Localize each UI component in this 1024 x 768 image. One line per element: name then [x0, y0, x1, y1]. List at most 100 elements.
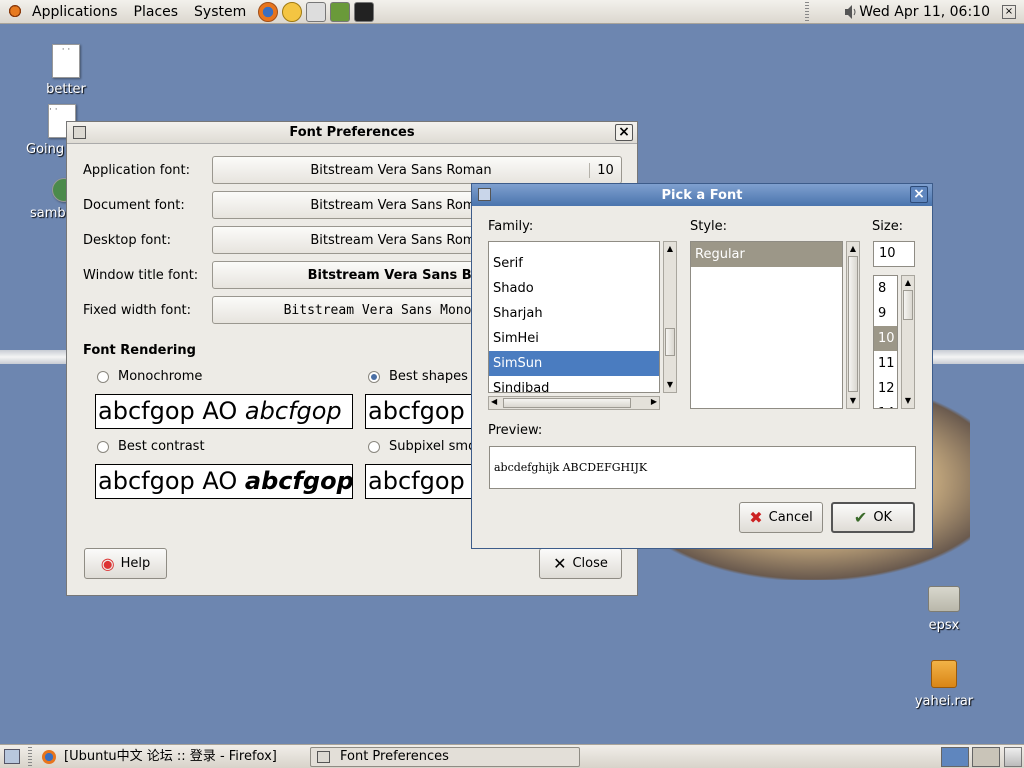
- radio-label: Best contrast: [118, 439, 205, 454]
- desktop-icon-label: Going: [26, 142, 65, 157]
- list-item[interactable]: 8: [874, 276, 897, 301]
- desktop-icon-label: yahei.rar: [914, 694, 974, 709]
- radio-label: Monochrome: [118, 369, 203, 384]
- best-contrast-sample[interactable]: abcfgop AO abcfgop: [95, 464, 353, 499]
- family-list[interactable]: Sans Serif Shado Sharjah SimHei SimSun S…: [488, 241, 660, 393]
- font-name: Bitstream Vera Sans Roman: [310, 162, 492, 178]
- close-button-label: Close: [572, 556, 608, 571]
- scroll-thumb[interactable]: [848, 256, 858, 392]
- list-item[interactable]: 14: [874, 401, 897, 408]
- titlebar[interactable]: Font Preferences ×: [67, 122, 637, 144]
- preview-label: Preview:: [488, 423, 543, 438]
- fixed-width-font-label: Fixed width font:: [83, 302, 192, 318]
- help-lifebuoy-icon: ◉: [100, 554, 115, 573]
- scroll-thumb[interactable]: [503, 398, 631, 408]
- archive-icon: [931, 660, 957, 688]
- firefox-launcher-icon[interactable]: [258, 1, 279, 22]
- scroll-down-icon[interactable]: ▼: [665, 379, 675, 391]
- task-firefox[interactable]: [Ubuntu中文 论坛 :: 登录 - Firefox]: [36, 747, 304, 767]
- list-item[interactable]: Sharjah: [489, 301, 659, 326]
- ubuntu-logo-icon[interactable]: [6, 2, 24, 21]
- desktop-icon-better[interactable]: · · better: [26, 44, 106, 97]
- size-list[interactable]: 8 9 10 11 12 14: [873, 275, 898, 409]
- cancel-button[interactable]: ✖ Cancel: [739, 502, 823, 533]
- preview-field[interactable]: abcdefghijk ABCDEFGHIJK: [489, 446, 916, 489]
- scroll-left-icon[interactable]: ◀: [491, 397, 497, 406]
- window-menu-icon[interactable]: [73, 126, 86, 139]
- scroll-thumb[interactable]: [665, 328, 675, 356]
- scroll-thumb[interactable]: [903, 290, 913, 320]
- window-title: Font Preferences: [289, 125, 415, 140]
- radio-dot[interactable]: [368, 370, 380, 383]
- monochrome-sample[interactable]: abcfgop AO abcfgop: [95, 394, 353, 429]
- list-item[interactable]: Sindibad: [489, 376, 659, 392]
- list-item-selected[interactable]: Regular: [691, 242, 842, 267]
- menu-system[interactable]: System: [186, 0, 254, 24]
- family-hscrollbar[interactable]: ◀ ▶: [488, 396, 660, 410]
- list-item[interactable]: 12: [874, 376, 897, 401]
- size-vscrollbar[interactable]: ▲ ▼: [901, 275, 915, 409]
- help-button[interactable]: ◉ Help: [84, 548, 167, 579]
- menu-applications[interactable]: Applications: [24, 0, 126, 24]
- list-item[interactable]: 9: [874, 301, 897, 326]
- evolution-launcher-icon[interactable]: [282, 1, 303, 22]
- application-font-label: Application font:: [83, 162, 191, 178]
- workspace-1[interactable]: [941, 747, 969, 767]
- desktop-icon-yahei[interactable]: yahei.rar: [904, 660, 984, 709]
- best-contrast-radio[interactable]: Best contrast: [97, 439, 205, 454]
- bottom-panel: [Ubuntu中文 论坛 :: 登录 - Firefox] Font Prefe…: [0, 744, 1024, 768]
- help-button-label: Help: [120, 556, 151, 571]
- list-item-selected[interactable]: 10: [874, 326, 897, 351]
- size-label: Size:: [872, 219, 904, 234]
- clock[interactable]: Wed Apr 11, 06:10: [859, 0, 990, 24]
- radio-dot[interactable]: [368, 440, 380, 453]
- scroll-right-icon[interactable]: ▶: [651, 397, 657, 406]
- menu-places[interactable]: Places: [126, 0, 187, 24]
- terminal-launcher-icon[interactable]: [354, 1, 375, 22]
- workspace-2[interactable]: [972, 747, 1000, 767]
- best-shapes-radio[interactable]: Best shapes: [368, 369, 468, 384]
- calculator-launcher-icon[interactable]: [306, 1, 327, 22]
- close-button[interactable]: ✕ Close: [539, 548, 622, 579]
- folder-icon: [928, 586, 960, 612]
- list-item[interactable]: Sans: [489, 242, 659, 251]
- list-item[interactable]: 11: [874, 351, 897, 376]
- task-font-preferences[interactable]: Font Preferences: [310, 747, 580, 767]
- family-label: Family:: [488, 219, 534, 234]
- font-size: 10: [589, 162, 621, 178]
- list-item-selected[interactable]: SimSun: [489, 351, 659, 376]
- list-item[interactable]: SimHei: [489, 326, 659, 351]
- titlebar[interactable]: Pick a Font ×: [472, 184, 932, 206]
- family-vscrollbar[interactable]: ▲ ▼: [663, 241, 677, 393]
- style-vscrollbar[interactable]: ▲ ▼: [846, 241, 860, 409]
- style-label: Style:: [690, 219, 728, 234]
- scroll-up-icon[interactable]: ▲: [848, 243, 858, 255]
- scroll-down-icon[interactable]: ▼: [848, 395, 858, 407]
- radio-dot[interactable]: [97, 440, 109, 453]
- show-desktop-icon[interactable]: [4, 749, 20, 764]
- ok-button[interactable]: ✔ OK: [831, 502, 915, 533]
- volume-icon[interactable]: [844, 4, 858, 20]
- application-font-button[interactable]: Bitstream Vera Sans Roman 10: [212, 156, 622, 184]
- list-item[interactable]: Serif: [489, 251, 659, 276]
- style-list[interactable]: Regular: [690, 241, 843, 409]
- window-menu-icon[interactable]: [478, 188, 491, 201]
- books-launcher-icon[interactable]: [330, 1, 351, 22]
- trash-icon[interactable]: [1004, 747, 1022, 767]
- size-input[interactable]: 10: [873, 241, 915, 267]
- scroll-up-icon[interactable]: ▲: [665, 243, 675, 255]
- monochrome-radio[interactable]: Monochrome: [97, 369, 202, 384]
- scroll-up-icon[interactable]: ▲: [903, 277, 913, 289]
- desktop-icon-label: epsx: [928, 618, 960, 633]
- close-icon[interactable]: ×: [615, 124, 633, 141]
- scroll-down-icon[interactable]: ▼: [903, 395, 913, 407]
- list-item[interactable]: Shado: [489, 276, 659, 301]
- desktop-icon-epsx[interactable]: epsx: [904, 586, 984, 633]
- logout-icon[interactable]: ×: [1002, 5, 1016, 19]
- close-icon[interactable]: ×: [910, 186, 928, 203]
- task-label: Font Preferences: [340, 749, 449, 764]
- window-title-font-row: Window title font:: [83, 261, 211, 289]
- panel-handle[interactable]: [28, 747, 32, 767]
- panel-handle[interactable]: [805, 2, 809, 22]
- radio-dot[interactable]: [97, 370, 109, 383]
